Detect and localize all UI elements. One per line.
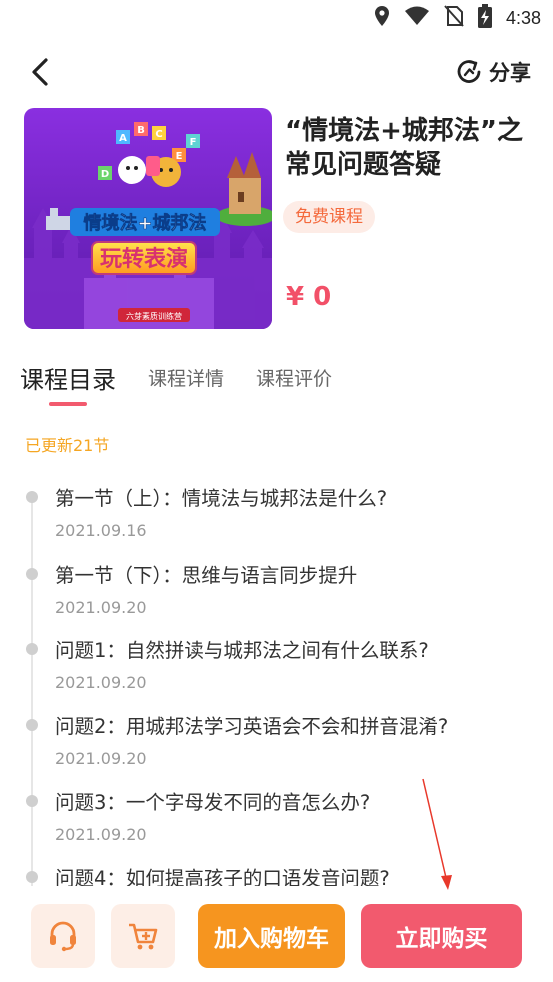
timeline-dot [26, 568, 38, 580]
header: 分享 [0, 44, 553, 100]
timeline-dot [26, 491, 38, 503]
lesson-title: 问题1：自然拼读与城邦法之间有什么联系? [55, 639, 429, 662]
free-course-badge: 免费课程 [283, 201, 375, 233]
location-icon [374, 5, 390, 31]
lesson-date: 2021.09.20 [55, 825, 147, 844]
lesson-date: 2021.09.20 [55, 673, 147, 692]
bottom-action-bar: 加入购物车 立即购买 [0, 886, 553, 982]
course-title: “情境法+城邦法”之常见问题答疑 [285, 116, 523, 180]
cover-block-e: E [176, 151, 183, 162]
lesson-date: 2021.09.20 [55, 598, 147, 617]
lesson-title: 问题4：如何提高孩子的口语发音问题? [55, 867, 390, 886]
course-tabs: 课程目录 课程详情 课程评价 [20, 358, 364, 414]
customer-service-button[interactable] [31, 904, 95, 968]
wifi-icon [404, 6, 430, 30]
list-item[interactable]: 问题3：一个字母发不同的音怎么办? 2021.09.20 [0, 782, 553, 858]
shopping-cart-icon [129, 923, 158, 950]
cover-title-line2: 玩转表演 [100, 246, 188, 272]
cart-button[interactable] [111, 904, 175, 968]
share-button[interactable]: 分享 [455, 56, 531, 88]
status-time: 4:38 [505, 7, 541, 28]
status-bar: 4:38 [0, 0, 553, 36]
lesson-date: 2021.09.16 [55, 521, 147, 540]
course-cover-image: A B C D E F 情境法+城邦法 玩转表演 六芽素质训练营 [24, 108, 272, 329]
cover-block-f: F [190, 137, 197, 148]
add-to-cart-button[interactable]: 加入购物车 [198, 904, 345, 968]
course-price: ¥ 0 [286, 282, 332, 312]
lesson-title: 第一节（上）：情境法与城邦法是什么? [55, 487, 388, 510]
share-label: 分享 [489, 61, 531, 85]
cover-block-b: B [137, 125, 145, 136]
list-item[interactable]: 问题1：自然拼读与城邦法之间有什么联系? 2021.09.20 [0, 630, 553, 706]
cover-footer: 六芽素质训练营 [126, 311, 182, 321]
share-refresh-icon [457, 60, 481, 83]
no-sim-icon [444, 5, 464, 31]
update-count: 已更新21节 [25, 436, 110, 455]
active-tab-indicator [49, 402, 87, 406]
lesson-title: 第一节（下）：思维与语言同步提升 [55, 564, 358, 587]
tab-reviews[interactable]: 课程评价 [256, 358, 332, 408]
timeline-dot [26, 719, 38, 731]
tab-details-label: 课程详情 [148, 368, 225, 390]
headset-icon [50, 921, 76, 952]
list-item[interactable]: 问题4：如何提高孩子的口语发音问题? [0, 858, 553, 886]
tab-catalog[interactable]: 课程目录 [20, 358, 116, 408]
list-item[interactable]: 第一节（上）：情境法与城邦法是什么? 2021.09.16 [0, 478, 553, 554]
cover-block-a: A [119, 133, 127, 144]
tab-details[interactable]: 课程详情 [148, 358, 224, 408]
lesson-title: 问题3：一个字母发不同的音怎么办? [55, 791, 371, 814]
tab-catalog-label: 课程目录 [20, 366, 116, 394]
list-item[interactable]: 问题2：用城邦法学习英语会不会和拼音混淆? 2021.09.20 [0, 706, 553, 782]
timeline-dot [26, 643, 38, 655]
cover-block-d: D [101, 169, 109, 180]
status-icons: 4:38 [374, 4, 541, 32]
chevron-left-icon [32, 58, 48, 86]
list-item[interactable]: 第一节（下）：思维与语言同步提升 2021.09.20 [0, 555, 553, 631]
cover-title-line1: 情境法+城邦法 [83, 212, 206, 234]
lesson-title: 问题2：用城邦法学习英语会不会和拼音混淆? [55, 715, 449, 738]
buy-now-button[interactable]: 立即购买 [361, 904, 522, 968]
tab-reviews-label: 课程评价 [256, 368, 333, 390]
lesson-list: 第一节（上）：情境法与城邦法是什么? 2021.09.16 第一节（下）：思维与… [0, 474, 553, 886]
timeline-dot [26, 795, 38, 807]
lesson-date: 2021.09.20 [55, 749, 147, 768]
cover-block-c: C [155, 129, 162, 140]
back-button[interactable] [24, 54, 60, 90]
timeline-dot [26, 871, 38, 883]
battery-charging-icon [477, 4, 492, 32]
